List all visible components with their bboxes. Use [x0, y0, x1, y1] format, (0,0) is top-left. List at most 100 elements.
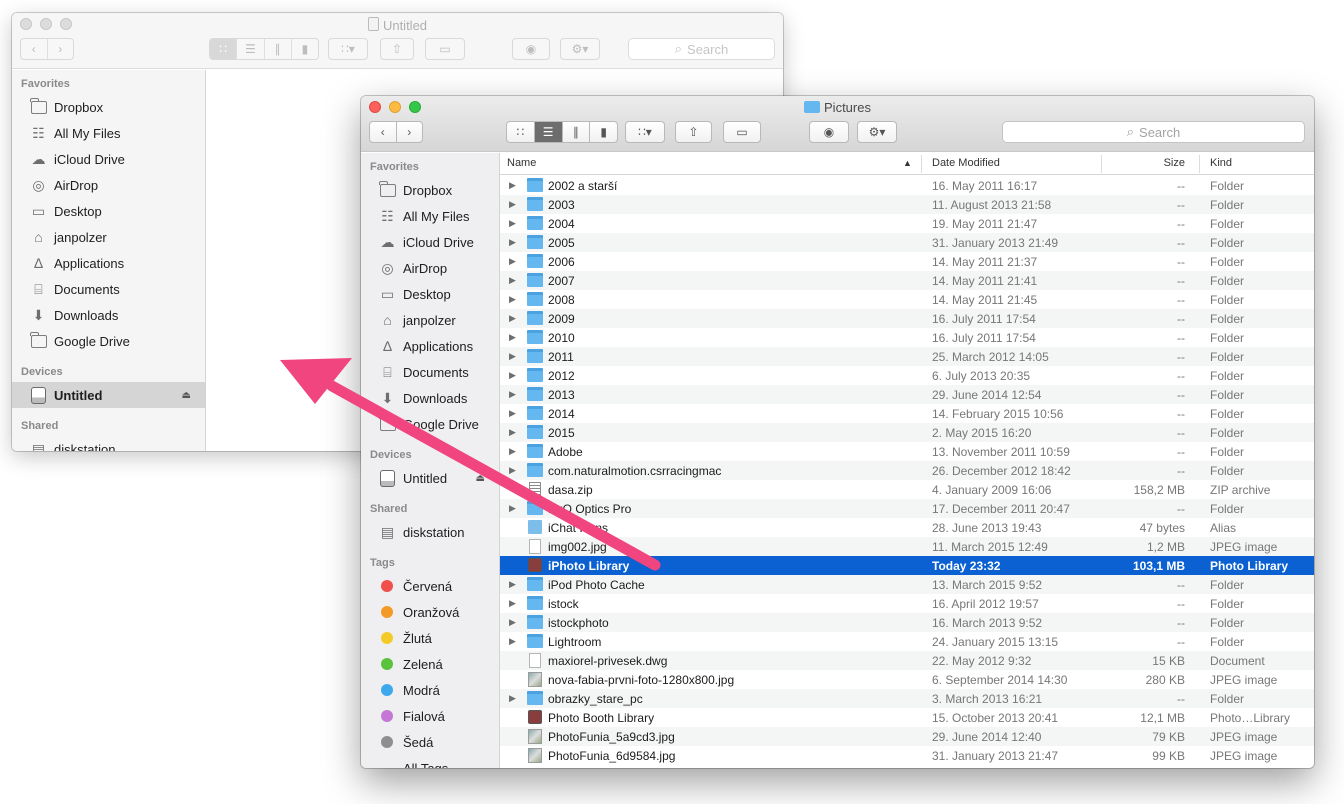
file-row[interactable]: ▶ 2006 14. May 2011 21:37 -- Folder: [500, 252, 1314, 271]
disclosure-triangle-icon[interactable]: ▶: [509, 237, 517, 248]
sidebar-item-oran-ov[interactable]: Oranžová: [361, 599, 499, 625]
sidebar-item-all-tags[interactable]: All Tags…: [361, 755, 499, 769]
action-button[interactable]: ⚙▾: [857, 121, 897, 143]
disclosure-triangle-icon[interactable]: ▶: [509, 370, 517, 381]
sidebar-item-dropbox[interactable]: Dropbox: [12, 94, 205, 120]
back-forward-control[interactable]: ‹ ›: [20, 38, 74, 60]
sidebar-item-google-drive[interactable]: Google Drive: [12, 328, 205, 354]
sidebar-item-documents[interactable]: ⌸ Documents: [12, 276, 205, 302]
sidebar-item-all-my-files[interactable]: ☷ All My Files: [361, 203, 499, 229]
file-row[interactable]: ▶ iPod Photo Cache 13. March 2015 9:52 -- Fo…: [500, 575, 1314, 594]
sidebar-item-lut[interactable]: Žlutá: [361, 625, 499, 651]
file-row[interactable]: ▶ DxO Optics Pro 17. December 2011 20:47 --…: [500, 499, 1314, 518]
file-row[interactable]: ▶ Lightroom 24. January 2015 13:15 -- Folder: [500, 632, 1314, 651]
file-row[interactable]: ▶ 2004 19. May 2011 21:47 -- Folder: [500, 214, 1314, 233]
column-view-button[interactable]: ∥: [265, 39, 292, 59]
disclosure-triangle-icon[interactable]: ▶: [509, 180, 517, 191]
file-row[interactable]: PhotoFunia_6d9584.jpg 31. January 2013 21…: [500, 746, 1314, 765]
file-row[interactable]: ▶ 2014 14. February 2015 10:56 -- Folder: [500, 404, 1314, 423]
eject-icon[interactable]: ⏏: [182, 390, 191, 401]
file-row[interactable]: ▶ 2003 11. August 2013 21:58 -- Folder: [500, 195, 1314, 214]
disclosure-triangle-icon[interactable]: ▶: [509, 408, 517, 419]
file-row[interactable]: ▶ 2005 31. January 2013 21:49 -- Folder: [500, 233, 1314, 252]
column-header-kind[interactable]: Kind: [1210, 157, 1232, 169]
disclosure-triangle-icon[interactable]: ▶: [509, 256, 517, 267]
column-header-date[interactable]: Date Modified: [932, 157, 1000, 169]
sidebar-item-diskstation[interactable]: ▤ diskstation: [361, 519, 499, 545]
sidebar-item-icloud-drive[interactable]: ☁ iCloud Drive: [12, 146, 205, 172]
sidebar-item-janpolzer[interactable]: ⌂ janpolzer: [12, 224, 205, 250]
disclosure-triangle-icon[interactable]: ▶: [509, 313, 517, 324]
file-row[interactable]: ▶ Adobe 13. November 2011 10:59 -- Folder: [500, 442, 1314, 461]
finder-window-pictures[interactable]: Pictures ‹ › ∷ ☰ ∥ ▮ ∷▾ ⇧ ▭ ◉ ⚙▾ ⌕ Searc…: [361, 96, 1314, 768]
file-row[interactable]: ▶ 2011 25. March 2012 14:05 -- Folder: [500, 347, 1314, 366]
disclosure-triangle-icon[interactable]: ▶: [509, 636, 517, 647]
back-button[interactable]: ‹: [21, 39, 48, 59]
icon-view-button[interactable]: ∷: [210, 39, 238, 59]
disclosure-triangle-icon[interactable]: ▶: [509, 351, 517, 362]
sidebar-item-downloads[interactable]: ⬇ Downloads: [361, 385, 499, 411]
file-row[interactable]: ▶ obrazky_stare_pc 3. March 2013 16:21 -- Fo…: [500, 689, 1314, 708]
sidebar-item-icloud-drive[interactable]: ☁ iCloud Drive: [361, 229, 499, 255]
sidebar-item-airdrop[interactable]: ◎ AirDrop: [361, 255, 499, 281]
quicklook-button[interactable]: ◉: [809, 121, 849, 143]
sidebar-item-janpolzer[interactable]: ⌂ janpolzer: [361, 307, 499, 333]
file-row[interactable]: ▶ istockphoto 16. March 2013 9:52 -- Folder: [500, 613, 1314, 632]
file-row[interactable]: ▶ istock 16. April 2012 19:57 -- Folder: [500, 594, 1314, 613]
file-list[interactable]: Name ▲ Date Modified Size Kind ▶ 2002 a s…: [500, 153, 1314, 768]
coverflow-view-button[interactable]: ▮: [292, 39, 318, 59]
action-button[interactable]: ⚙▾: [560, 38, 600, 60]
sidebar-item-untitled[interactable]: Untitled ⏏: [12, 382, 205, 408]
forward-button[interactable]: ›: [397, 122, 423, 142]
sidebar-item-ed[interactable]: Šedá: [361, 729, 499, 755]
column-divider[interactable]: [921, 155, 922, 173]
file-row[interactable]: img002.jpg 11. March 2015 12:49 1,2 MB JPEG…: [500, 537, 1314, 556]
file-row[interactable]: ▶ com.naturalmotion.csrracingmac 26. Decem…: [500, 461, 1314, 480]
search-field[interactable]: ⌕ Search: [628, 38, 775, 60]
column-view-button[interactable]: ∥: [563, 122, 591, 142]
sidebar-item-airdrop[interactable]: ◎ AirDrop: [12, 172, 205, 198]
disclosure-triangle-icon[interactable]: ▶: [509, 332, 517, 343]
file-row[interactable]: iPhoto Library Today 23:32 103,1 MB Photo L…: [500, 556, 1314, 575]
eject-icon[interactable]: ⏏: [476, 473, 485, 484]
sidebar-item-google-drive[interactable]: Google Drive: [361, 411, 499, 437]
column-header-size[interactable]: Size: [1164, 157, 1185, 169]
sidebar-item-downloads[interactable]: ⬇ Downloads: [12, 302, 205, 328]
disclosure-triangle-icon[interactable]: ▶: [509, 598, 517, 609]
sidebar-item-documents[interactable]: ⌸ Documents: [361, 359, 499, 385]
back-forward-control[interactable]: ‹ ›: [369, 121, 423, 143]
file-row[interactable]: ▶ 2002 a starší 16. May 2011 16:17 -- Folder: [500, 176, 1314, 195]
file-row[interactable]: PhotoFunia_5a9cd3.jpg 29. June 2014 12:40…: [500, 727, 1314, 746]
quicklook-button[interactable]: ◉: [512, 38, 550, 60]
search-field[interactable]: ⌕ Search: [1002, 121, 1305, 143]
disclosure-triangle-icon[interactable]: ▶: [509, 617, 517, 628]
file-row[interactable]: maxiorel-privesek.dwg 22. May 2012 9:32 15…: [500, 651, 1314, 670]
disclosure-triangle-icon[interactable]: ▶: [509, 389, 517, 400]
sidebar-item-desktop[interactable]: ▭ Desktop: [361, 281, 499, 307]
tag-button[interactable]: ▭: [723, 121, 761, 143]
sidebar-item-applications[interactable]: ∆ Applications: [361, 333, 499, 359]
file-row[interactable]: ▶ 2015 2. May 2015 16:20 -- Folder: [500, 423, 1314, 442]
disclosure-triangle-icon[interactable]: ▶: [509, 427, 517, 438]
arrange-button[interactable]: ∷▾: [328, 38, 368, 60]
file-row[interactable]: ▶ 2012 6. July 2013 20:35 -- Folder: [500, 366, 1314, 385]
titlebar[interactable]: Untitled ‹ › ∷ ☰ ∥ ▮ ∷▾ ⇧ ▭ ◉ ⚙▾ ⌕ Searc…: [12, 13, 783, 69]
file-row[interactable]: ▶ 2013 29. June 2014 12:54 -- Folder: [500, 385, 1314, 404]
sidebar-item-dropbox[interactable]: Dropbox: [361, 177, 499, 203]
disclosure-triangle-icon[interactable]: ▶: [509, 294, 517, 305]
file-row[interactable]: Photo Booth Library 15. October 2013 20:4…: [500, 708, 1314, 727]
sidebar-item-modr[interactable]: Modrá: [361, 677, 499, 703]
file-row[interactable]: dasa.zip 4. January 2009 16:06 158,2 MB ZIP…: [500, 480, 1314, 499]
sidebar-item-all-my-files[interactable]: ☷ All My Files: [12, 120, 205, 146]
sidebar-item-applications[interactable]: ∆ Applications: [12, 250, 205, 276]
disclosure-triangle-icon[interactable]: ▶: [509, 465, 517, 476]
disclosure-triangle-icon[interactable]: ▶: [509, 693, 517, 704]
icon-view-button[interactable]: ∷: [507, 122, 535, 142]
file-row[interactable]: ▶ 2009 16. July 2011 17:54 -- Folder: [500, 309, 1314, 328]
column-divider[interactable]: [1101, 155, 1102, 173]
arrange-button[interactable]: ∷▾: [625, 121, 665, 143]
disclosure-triangle-icon[interactable]: ▶: [509, 275, 517, 286]
sidebar-item-erven[interactable]: Červená: [361, 573, 499, 599]
coverflow-view-button[interactable]: ▮: [590, 122, 617, 142]
disclosure-triangle-icon[interactable]: ▶: [509, 579, 517, 590]
